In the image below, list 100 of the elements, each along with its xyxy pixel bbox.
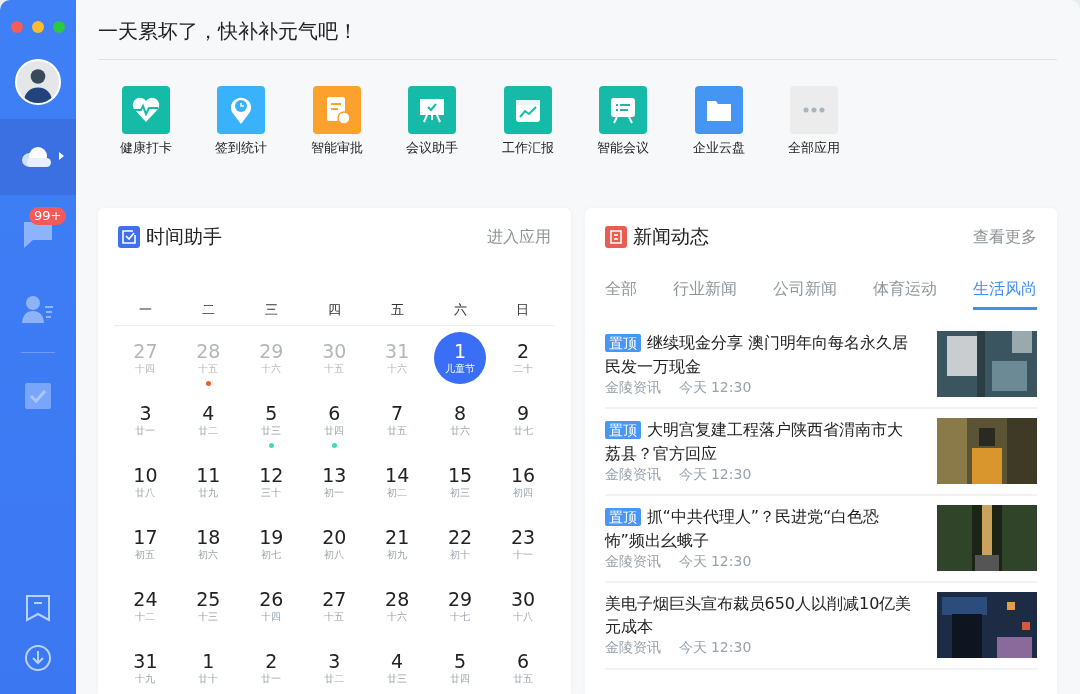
- contacts-icon: [22, 295, 54, 323]
- calendar-day[interactable]: 21 初九: [365, 518, 429, 580]
- app-shortcut[interactable]: 智能会议: [575, 86, 671, 157]
- day-number: 21: [385, 526, 410, 548]
- calendar-day[interactable]: 17 初五: [114, 518, 177, 580]
- news-time: 今天 12:30: [678, 466, 752, 484]
- day-number: 5: [265, 402, 278, 424]
- news-headline[interactable]: 置顶 抓“中共代理人”？民进党“白色恐怖”频出幺蛾子: [604, 505, 913, 552]
- maximize-icon[interactable]: [53, 21, 65, 33]
- calendar-day[interactable]: 28 十六: [365, 580, 429, 642]
- day-number: 27: [133, 340, 158, 362]
- pinned-tag: 置顶: [604, 508, 641, 526]
- weekday-label: 五: [389, 301, 405, 319]
- day-number: 6: [328, 402, 341, 424]
- news-time: 今天 12:30: [678, 379, 752, 397]
- day-number: 31: [133, 650, 158, 672]
- calendar-day[interactable]: 22 初十: [428, 518, 492, 580]
- day-number: 1: [202, 650, 215, 672]
- day-number: 29: [259, 340, 284, 362]
- day-number: 31: [385, 340, 410, 362]
- calendar-day[interactable]: 31 十九: [114, 642, 177, 694]
- news-source: 金陵资讯: [604, 639, 661, 657]
- task-icon: [25, 383, 51, 409]
- close-icon[interactable]: [11, 21, 23, 33]
- calendar-day[interactable]: 9 廿七: [491, 394, 555, 456]
- bookmark-icon[interactable]: [25, 594, 51, 622]
- app-shortcut[interactable]: 智能审批: [289, 86, 385, 157]
- caret-icon: [59, 152, 64, 160]
- app-shortcut[interactable]: 会议助手: [384, 86, 480, 157]
- lunar-date: 十七: [450, 610, 471, 624]
- calendar-day[interactable]: 5 廿四: [428, 642, 492, 694]
- calendar-day[interactable]: 20 初八: [302, 518, 366, 580]
- unread-badge: 99+: [29, 207, 67, 225]
- news-time: 今天 12:30: [678, 553, 752, 571]
- app-shortcut[interactable]: 健康打卡: [98, 86, 194, 157]
- calendar-day[interactable]: 12 三十: [239, 456, 303, 518]
- news-headline[interactable]: 置顶 大明宫复建工程落户陕西省渭南市大荔县？官方回应: [604, 418, 913, 465]
- day-number: 15: [447, 464, 473, 486]
- nav-item[interactable]: [0, 119, 76, 195]
- calendar-day[interactable]: 7 廿五: [365, 394, 429, 456]
- minimize-icon[interactable]: [32, 21, 44, 33]
- calendar-day[interactable]: 6 廿四: [302, 394, 366, 456]
- lunar-date: 廿八: [135, 486, 156, 500]
- day-number: 23: [510, 526, 536, 548]
- calendar-day[interactable]: 18 初六: [176, 518, 240, 580]
- news-headline[interactable]: 美电子烟巨头宣布裁员650人以削减10亿美元成本: [604, 592, 913, 638]
- lunar-date: 廿九: [198, 486, 219, 500]
- lunar-date: 廿四: [450, 672, 471, 686]
- weekday-label: 二: [200, 301, 216, 319]
- day-number: 7: [391, 402, 404, 424]
- lunar-date: 十六: [387, 610, 408, 624]
- lunar-date: 初七: [261, 548, 282, 562]
- lunar-date: 廿三: [387, 672, 408, 686]
- calendar-day[interactable]: 8 廿六: [428, 394, 492, 456]
- calendar-day[interactable]: 27 十五: [302, 580, 366, 642]
- calendar-day[interactable]: 16 初四: [491, 456, 555, 518]
- calendar-day[interactable]: 30 十八: [491, 580, 555, 642]
- lunar-date: 十五: [324, 610, 345, 624]
- day-number: 28: [385, 588, 410, 610]
- calendar-day[interactable]: 11 廿九: [176, 456, 240, 518]
- app-shortcut[interactable]: 全部应用: [766, 86, 862, 157]
- lunar-date: 十五: [324, 362, 345, 376]
- day-number: 11: [196, 464, 221, 486]
- calendar-day[interactable]: 29 十七: [428, 580, 492, 642]
- day-number: 12: [259, 464, 284, 486]
- day-number: 30: [510, 588, 536, 610]
- weekday-label: 四: [326, 301, 342, 319]
- lunar-date: 十六: [387, 362, 408, 376]
- pinned-tag: 置顶: [604, 421, 641, 439]
- calendar-day[interactable]: 1 廿十: [176, 642, 240, 694]
- lunar-date: 初八: [324, 548, 345, 562]
- day-number: 13: [322, 464, 347, 486]
- calendar-day[interactable]: 15 初三: [428, 456, 492, 518]
- app-shortcut[interactable]: 企业云盘: [671, 86, 767, 157]
- weekday-label: 一: [137, 301, 153, 319]
- calendar-day[interactable]: 10 廿八: [114, 456, 177, 518]
- calendar-day[interactable]: 19 初七: [239, 518, 303, 580]
- day-number: 3: [328, 650, 341, 672]
- lunar-date: 十四: [135, 362, 156, 376]
- avatar[interactable]: [15, 59, 61, 105]
- lunar-date: 儿童节: [445, 362, 476, 376]
- day-number: 8: [454, 402, 467, 424]
- news-headline[interactable]: 置顶 继续现金分享 澳门明年向每名永久居民发一万现金: [604, 331, 913, 378]
- lunar-date: 廿六: [450, 424, 471, 438]
- download-icon[interactable]: [24, 644, 52, 672]
- calendar-day[interactable]: 4 廿三: [365, 642, 429, 694]
- calendar-day[interactable]: 26 十四: [239, 580, 303, 642]
- day-number: 4: [202, 402, 215, 424]
- calendar-day[interactable]: 25 十三: [176, 580, 240, 642]
- day-number: 20: [322, 526, 347, 548]
- checklist-icon: [118, 226, 140, 248]
- day-number: 26: [259, 588, 284, 610]
- weekday-label: 三: [263, 301, 279, 319]
- lunar-date: 廿七: [513, 424, 533, 438]
- day-number: 18: [196, 526, 221, 548]
- app-shortcut[interactable]: 签到统计: [193, 86, 289, 157]
- calendar-day[interactable]: 6 廿五: [491, 642, 555, 694]
- calendar-day[interactable]: 5 廿三: [239, 394, 303, 456]
- app-shortcut[interactable]: 工作汇报: [480, 86, 576, 157]
- day-number: 6: [516, 650, 530, 672]
